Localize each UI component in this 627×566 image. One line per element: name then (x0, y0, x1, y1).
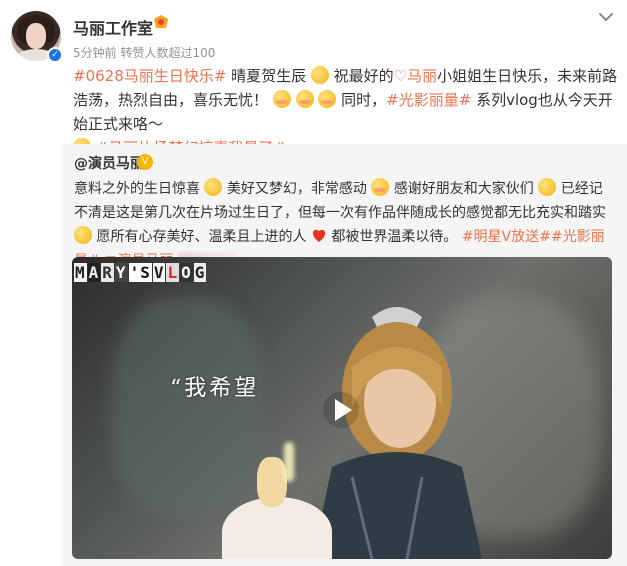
text-segment: 意料之外的生日惊喜 (74, 181, 200, 197)
text-segment: 晴夏贺生辰 (226, 67, 307, 85)
video-sparkler (284, 442, 294, 482)
blush-emoji-icon (295, 90, 314, 108)
member-badge-icon (154, 15, 168, 28)
author-name[interactable]: 马丽工作室 (73, 15, 153, 39)
mention-link[interactable]: ♡马丽 (394, 67, 437, 85)
smile-emoji-icon (310, 66, 329, 84)
text-segment: 美好又梦幻，非常感动 (226, 181, 367, 197)
face-emoji-icon (204, 178, 223, 196)
hashtag-link[interactable]: #明星V放送# (462, 229, 551, 245)
vlog-logo: M A R Y 'S V L O G (74, 263, 207, 282)
chevron-down-icon[interactable] (596, 10, 616, 24)
people-emoji-icon (538, 178, 557, 196)
text-segment: 同时， (341, 91, 387, 109)
video-background-blur (112, 297, 262, 517)
video-cake-topper (257, 457, 287, 507)
pray-emoji-icon (74, 226, 92, 244)
heart-icon (312, 229, 325, 242)
repost-block: @演员马丽 V 意料之外的生日惊喜 美好又梦幻，非常感动 感谢好朋友和大家伙们 … (62, 144, 627, 566)
text-segment: 都被世界温柔以待。 (331, 229, 458, 245)
text-segment: 感谢好朋友和大家伙们 (393, 181, 534, 197)
video-player[interactable]: M A R Y 'S V L O G “我希望 (72, 257, 612, 559)
post-meta: 5分钟前 转赞人数超过100 (73, 46, 216, 60)
verified-icon: V (137, 154, 153, 170)
text-segment: 愿所有心存美好、温柔且上进的人 (96, 229, 307, 245)
blush-emoji-icon (318, 90, 337, 108)
verified-icon: ✓ (47, 47, 63, 63)
kiss-emoji-icon (371, 178, 390, 196)
text-segment: 祝最好的 (333, 67, 394, 85)
blush-emoji-icon (272, 90, 291, 108)
video-caption: “我希望 (170, 376, 260, 401)
repost-author[interactable]: @演员马丽 (74, 153, 144, 173)
play-icon[interactable] (322, 391, 360, 429)
hashtag-link[interactable]: #光影丽量# (386, 91, 471, 109)
hashtag-link[interactable]: #0628马丽生日快乐# (73, 67, 226, 85)
weibo-post-card: ✓ 马丽工作室 5分钟前 转赞人数超过100 #0628马丽生日快乐# 晴夏贺生… (0, 0, 627, 566)
